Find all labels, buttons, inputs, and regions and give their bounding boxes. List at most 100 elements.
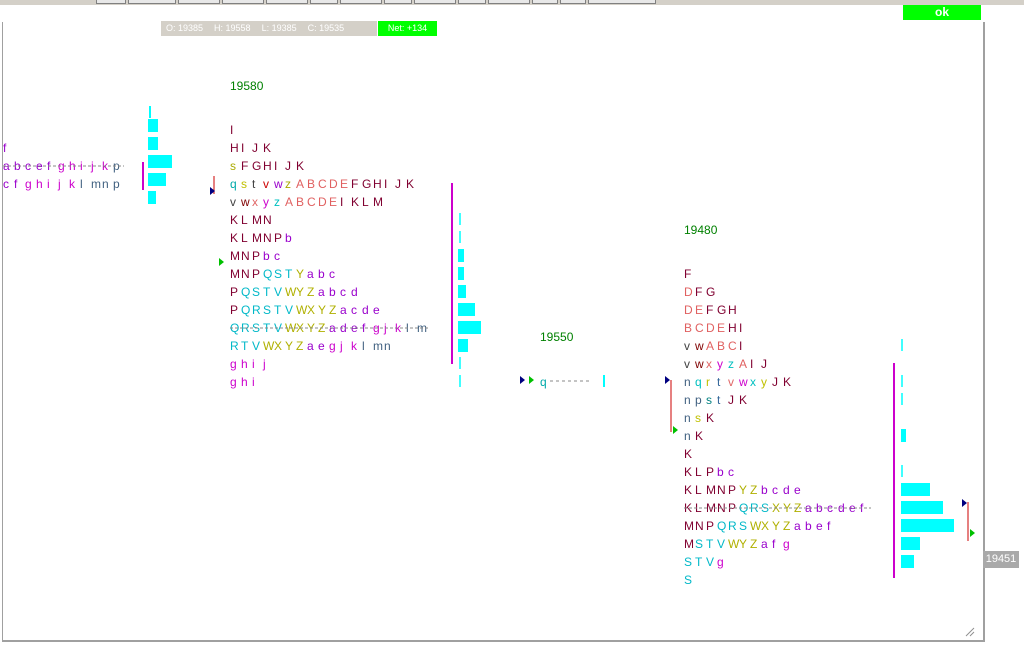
tpo-letter: n — [384, 339, 391, 353]
tpo-letter: v — [728, 375, 734, 389]
tpo-letter: Y — [772, 519, 780, 533]
tpo-letter: i — [252, 357, 255, 371]
tpo-letter: n — [684, 411, 691, 425]
tpo-letter: x — [252, 195, 258, 209]
tpo-letter: G — [717, 303, 726, 317]
tpo-row: npstJK — [684, 393, 747, 407]
tpo-row: nqrtvwxyJK — [684, 375, 791, 389]
tpo-row: abcefghijkp — [3, 159, 124, 173]
tpo-row: PQRSTVWXYZacde — [230, 303, 380, 317]
tpo-letter: g — [25, 177, 32, 191]
tpo-letter: h — [241, 357, 248, 371]
tpo-letter: J — [728, 393, 734, 407]
tpo-letter: M — [230, 267, 240, 281]
tpo-row: DEFGH — [684, 303, 737, 317]
tpo-letter: f — [772, 537, 776, 551]
tpo-letter: B — [684, 321, 692, 335]
tpo-letter: j — [57, 177, 61, 191]
tpo-letter: N — [263, 231, 272, 245]
tpo-row: KLPbc — [684, 465, 734, 479]
volume-bar — [458, 249, 464, 262]
tpo-letter: P — [728, 483, 736, 497]
tpo-row: vwxyzAIJ — [684, 357, 767, 371]
tpo-letter: Z — [750, 537, 757, 551]
tpo-letter: M — [706, 483, 716, 497]
tpo-letter: L — [241, 231, 248, 245]
tpo-letter: p — [695, 393, 702, 407]
tpo-letter: K — [263, 141, 271, 155]
tpo-row: MNPQSTYabc — [230, 267, 335, 281]
tpo-row: BCDEHI — [684, 321, 742, 335]
tpo-row: vwABCI — [684, 339, 742, 353]
tpo-letter: e — [794, 483, 801, 497]
tpo-letter: G — [362, 177, 371, 191]
tpo-row: MSTVWYZafg — [684, 537, 790, 551]
tpo-letter: g — [329, 339, 336, 353]
tpo-letter: Z — [329, 303, 336, 317]
tpo-letter: j — [262, 357, 266, 371]
tpo-letter: c — [728, 465, 734, 479]
tpo-row: DFG — [684, 285, 715, 299]
tpo-letter: Q — [263, 267, 272, 281]
tpo-letter: F — [706, 303, 713, 317]
tpo-letter: T — [285, 267, 293, 281]
tpo-letter: K — [695, 429, 703, 443]
open-marker-icon — [520, 376, 525, 384]
tpo-letter: K — [739, 393, 747, 407]
tpo-letter: a — [307, 339, 314, 353]
tpo-letter: C — [318, 177, 327, 191]
tpo-letter: w — [273, 177, 283, 191]
tpo-letter: q — [230, 177, 237, 191]
tpo-row: cfghijklmnp — [3, 177, 120, 191]
tpo-letter: I — [274, 159, 277, 173]
tpo-letter: l — [362, 339, 365, 353]
tpo-letter: i — [252, 375, 255, 389]
tpo-row: vwxyzABCDEIKLM — [230, 195, 383, 209]
tpo-letter: J — [285, 159, 291, 173]
tpo-letter: M — [373, 195, 383, 209]
market-profile-chart[interactable]: fabcefghijkpcfghijklmnp19580IHIJKsFGHIJK… — [0, 0, 1024, 656]
tpo-letter: E — [329, 195, 337, 209]
tpo-letter: g — [230, 357, 237, 371]
tpo-letter: f — [14, 177, 18, 191]
tpo-letter: a — [307, 267, 314, 281]
tpo-letter: Y — [285, 339, 293, 353]
tpo-letter: v — [263, 177, 269, 191]
tpo-letter: J — [252, 141, 258, 155]
volume-bar — [148, 119, 158, 132]
tpo-letter: Y — [296, 267, 304, 281]
tpo-letter: I — [384, 177, 387, 191]
tpo-letter: d — [351, 285, 358, 299]
volume-bar — [901, 429, 906, 442]
tpo-row: qstvwzABCDEFGHIJK — [230, 177, 414, 191]
tpo-letter: M — [252, 231, 262, 245]
tpo-letter: E — [340, 177, 348, 191]
volume-bar — [458, 321, 481, 334]
tpo-row: f — [3, 141, 7, 155]
tpo-letter: P — [706, 465, 714, 479]
tpo-letter: K — [684, 465, 692, 479]
tpo-letter: b — [717, 465, 724, 479]
tpo-letter: Y — [296, 285, 304, 299]
tpo-letter: I — [230, 123, 233, 137]
tpo-letter: P — [252, 267, 260, 281]
tpo-letter: M — [230, 249, 240, 263]
tpo-letter: Z — [750, 483, 757, 497]
tpo-letter: g — [717, 555, 724, 569]
tpo-letter: C — [307, 195, 316, 209]
volume-bar — [148, 155, 172, 168]
tpo-letter: f — [827, 519, 831, 533]
volume-bar — [148, 173, 166, 186]
tpo-letter: C — [695, 321, 704, 335]
tpo-row: nK — [684, 429, 703, 443]
tpo-letter: y — [717, 357, 723, 371]
resize-grip-icon[interactable] — [965, 627, 975, 637]
tpo-letter: E — [695, 303, 703, 317]
tpo-row: KLMNPb — [230, 231, 292, 245]
tpo-letter: q — [695, 375, 702, 389]
tpo-letter: P — [274, 231, 282, 245]
tpo-letter: N — [241, 267, 250, 281]
tpo-letter: w — [694, 357, 704, 371]
tpo-letter: Y — [318, 303, 326, 317]
tpo-letter: a — [794, 519, 801, 533]
